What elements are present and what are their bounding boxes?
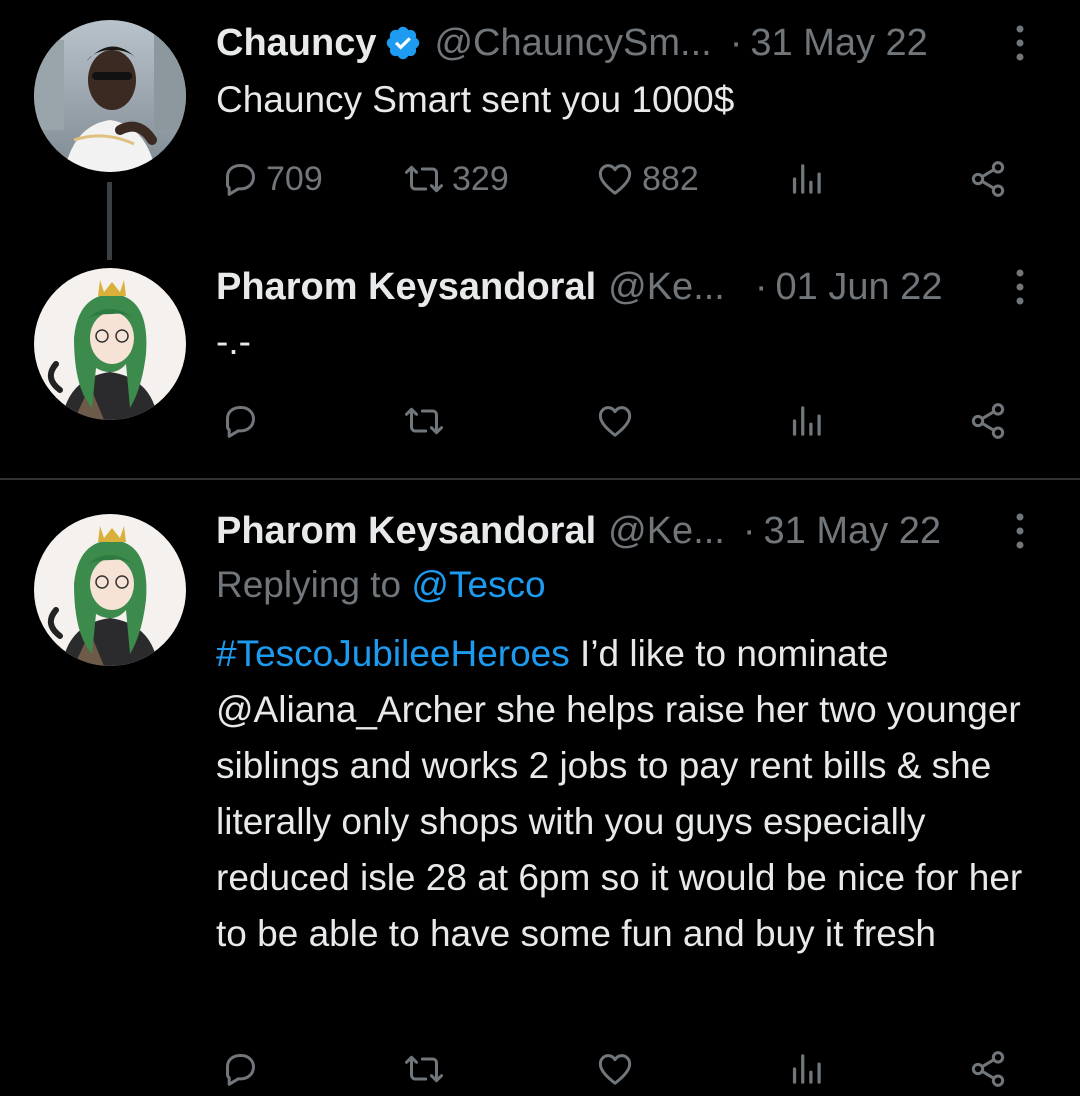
speech-bubble-icon [226,164,255,196]
reply-button[interactable] [220,396,260,446]
views-button[interactable] [788,396,824,446]
views-button[interactable] [788,154,824,204]
tweet-header: Pharom Keysandoral @Ke... · 01 Jun 22 [216,262,1040,312]
avatar-chauncy[interactable] [34,20,186,172]
tweet-text: -.- [216,321,251,362]
display-name[interactable]: Pharom Keysandoral [216,266,596,309]
action-bar [216,396,1016,446]
like-button[interactable] [594,1044,636,1094]
action-bar [216,1044,1016,1094]
tweet-text: Chauncy Smart sent you 1000$ [216,79,735,120]
bar-chart-icon [792,164,821,194]
reply-button[interactable]: 709 [220,154,323,204]
verified-badge-icon [384,24,422,62]
user-handle[interactable]: @ChauncySm... [434,22,711,65]
replying-to-handle-link[interactable]: @Tesco [411,564,545,605]
share-button[interactable] [968,396,1008,446]
retweet-count: 329 [452,159,509,198]
hashtag-link[interactable]: #TescoJubileeHeroes [216,633,570,674]
separator-dot: · [742,509,756,552]
thread-connector-line [107,182,112,260]
tweet-text: #TescoJubileeHeroes I’d like to nominate… [216,626,1036,962]
speech-bubble-icon [226,406,255,438]
user-handle[interactable]: @Ke... [608,510,725,553]
avatar-pharom[interactable] [34,268,186,420]
share-button[interactable] [968,1044,1008,1094]
action-bar: 709 329 882 [216,154,1016,204]
share-nodes-icon [971,161,1005,197]
views-button[interactable] [788,1044,824,1094]
heart-icon [598,1054,632,1085]
tweet-date[interactable]: 31 May 22 [750,22,927,65]
like-button[interactable]: 882 [594,154,699,204]
share-nodes-icon [971,403,1005,439]
tweet-chauncy[interactable]: Chauncy @ChauncySm... · 31 May 22 Chaunc… [0,0,1080,260]
separator-dot: · [754,265,768,308]
bar-chart-icon [792,1054,821,1084]
reply-button[interactable] [220,1044,260,1094]
more-options-icon[interactable] [1000,508,1040,554]
retweet-arrows-icon [405,165,443,193]
tweet-body: I’d like to nominate @Aliana_Archer she … [216,633,1023,954]
retweet-button[interactable] [402,1044,446,1094]
separator-dot: · [729,21,743,64]
share-button[interactable] [968,154,1008,204]
avatar-image [34,514,186,666]
retweet-button[interactable]: 329 [402,154,509,204]
reply-count: 709 [266,159,323,198]
more-options-icon[interactable] [1000,264,1040,310]
tweet-header: Chauncy @ChauncySm... · 31 May 22 [216,18,1040,68]
retweet-button[interactable] [402,396,446,446]
like-button[interactable] [594,396,636,446]
avatar-image [34,268,186,420]
tweet-date[interactable]: 31 May 22 [764,510,941,553]
retweet-arrows-icon [405,1055,443,1083]
tweet-pharom-nomination[interactable]: Pharom Keysandoral @Ke... · 31 May 22 Re… [0,480,1080,1096]
avatar-image [34,20,186,172]
retweet-arrows-icon [405,407,443,435]
replying-to-label: Replying to [216,564,402,605]
share-nodes-icon [971,1051,1005,1087]
display-name[interactable]: Chauncy [216,22,376,65]
like-count: 882 [642,159,699,198]
display-name[interactable]: Pharom Keysandoral [216,510,596,553]
bar-chart-icon [792,406,821,436]
replying-to-line: Replying to @Tesco [216,564,546,606]
tweet-date[interactable]: 01 Jun 22 [776,266,943,309]
more-options-icon[interactable] [1000,20,1040,66]
avatar-pharom[interactable] [34,514,186,666]
user-handle[interactable]: @Ke... [608,266,725,309]
tweet-pharom-reply[interactable]: Pharom Keysandoral @Ke... · 01 Jun 22 -.… [0,250,1080,478]
speech-bubble-icon [226,1054,255,1086]
tweet-header: Pharom Keysandoral @Ke... · 31 May 22 [216,506,1040,556]
heart-icon [598,406,632,437]
heart-icon [598,164,632,195]
